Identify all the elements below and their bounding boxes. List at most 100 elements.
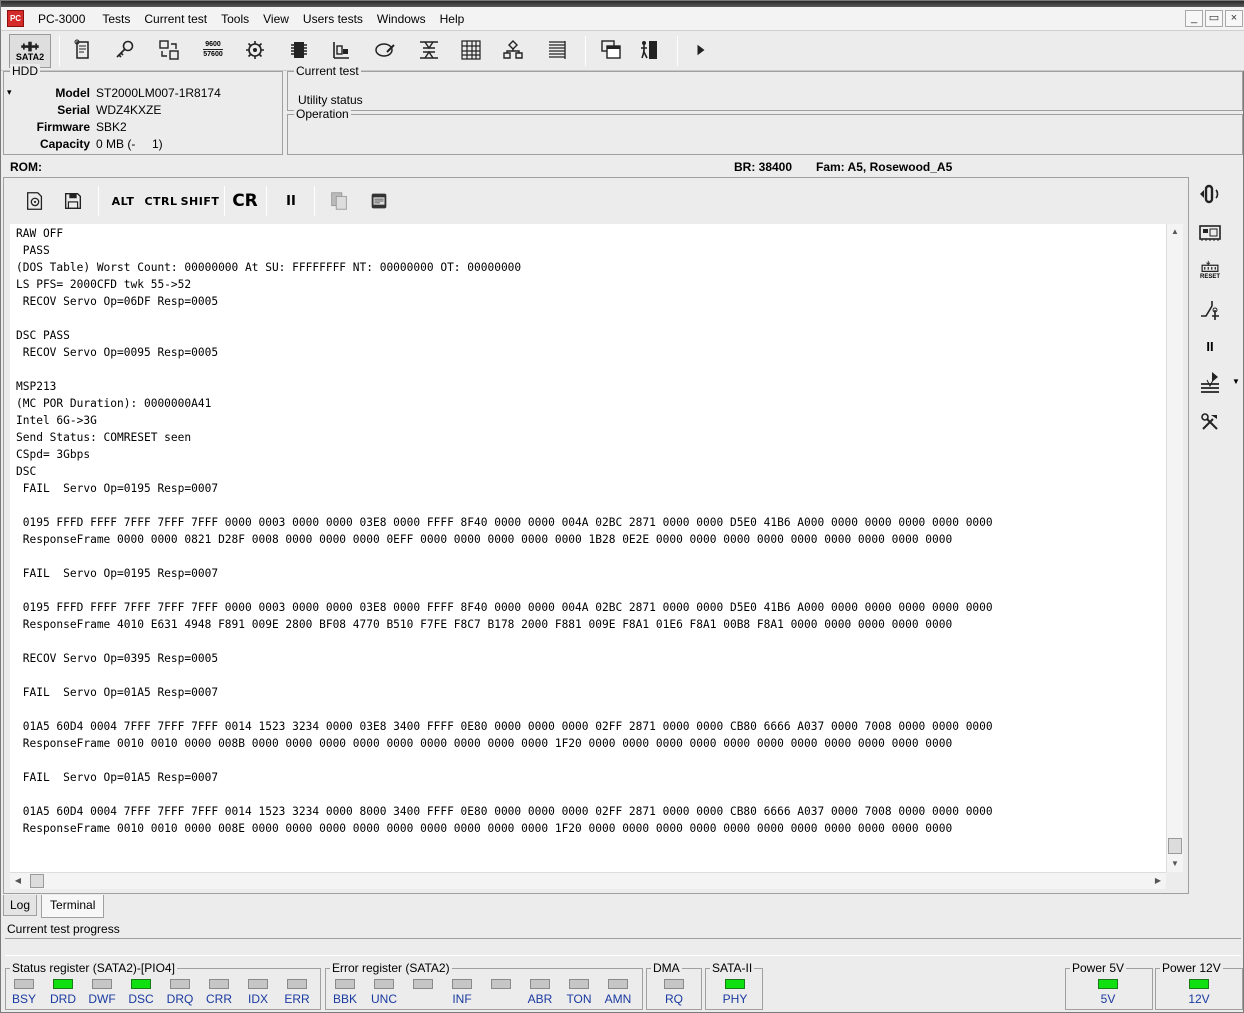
status-led-bsy — [14, 979, 34, 989]
dma-led-rq — [664, 979, 684, 989]
model-key: Model — [55, 86, 90, 100]
terminal-horizontal-scrollbar[interactable]: ◀ ▶ — [10, 872, 1166, 889]
power12-led-12v — [1189, 979, 1209, 989]
dropdown-arrow-icon[interactable]: ▼ — [1232, 377, 1240, 386]
vertical-scroll-thumb[interactable] — [1168, 838, 1182, 854]
save-icon — [64, 192, 82, 210]
close-button[interactable]: × — [1225, 10, 1243, 27]
gear-page-icon — [27, 192, 43, 210]
heads-button[interactable] — [413, 34, 445, 66]
toolbar-separator — [677, 36, 678, 66]
alt-key-button[interactable]: ALT — [108, 188, 138, 214]
menu-windows[interactable]: Windows — [370, 10, 433, 28]
chip-button[interactable] — [283, 34, 315, 66]
operation-title: Operation — [294, 107, 351, 121]
transfer-button[interactable] — [153, 34, 185, 66]
heads-icon — [420, 41, 438, 59]
menu-tools[interactable]: Tools — [214, 10, 256, 28]
device-transfer-icon — [159, 40, 179, 60]
error-led-bbk — [335, 979, 355, 989]
hdd-settings-button[interactable] — [239, 34, 271, 66]
app-logo-icon[interactable]: PC — [7, 10, 24, 27]
list-button[interactable] — [541, 34, 573, 66]
error-led-unc — [374, 979, 394, 989]
board-button[interactable] — [1195, 217, 1225, 247]
horizontal-scroll-thumb[interactable] — [30, 874, 44, 888]
status-led-idx — [248, 979, 268, 989]
terminal-save-button[interactable] — [58, 188, 88, 214]
status-led-drq — [170, 979, 190, 989]
restore-button[interactable]: ▭ — [1205, 10, 1223, 27]
reset-button[interactable]: RESET — [1195, 255, 1225, 285]
terminal-toolbar-separator — [98, 186, 99, 216]
progress-bar — [5, 938, 1241, 956]
error-register-group: Error register (SATA2) BBK UNC INF ABR TON AM… — [325, 961, 643, 1010]
power5-led-label: 5V — [1100, 992, 1116, 1006]
ctrl-key-button[interactable]: CTRL — [144, 188, 178, 214]
menu-tests[interactable]: Tests — [95, 10, 137, 28]
windows-button[interactable] — [595, 34, 627, 66]
menu-help[interactable]: Help — [433, 10, 472, 28]
circuit-board-icon — [1199, 225, 1221, 241]
switch-button[interactable] — [1195, 295, 1225, 325]
reset-chip-icon — [1201, 260, 1219, 272]
baud-rate-button[interactable]: 9600 57600 — [197, 34, 229, 66]
power-toggle-button[interactable] — [1195, 179, 1225, 209]
heads-play-button[interactable] — [1195, 367, 1225, 397]
terminal-window-button[interactable] — [364, 188, 394, 214]
carriage-return-button[interactable]: CR — [230, 188, 260, 214]
error-led-label: UNC — [371, 992, 397, 1006]
windows-icon — [601, 40, 621, 59]
power5-led-5v — [1098, 979, 1118, 989]
dma-led-label: RQ — [665, 992, 683, 1006]
tab-terminal[interactable]: Terminal — [41, 895, 105, 918]
menu-users-tests[interactable]: Users tests — [296, 10, 370, 28]
exit-button[interactable] — [633, 34, 665, 66]
scroll-left-arrow-icon[interactable]: ◀ — [10, 873, 26, 889]
sata-group: SATA-II PHY — [705, 961, 763, 1010]
tab-log[interactable]: Log — [3, 895, 38, 916]
scroll-up-arrow-icon[interactable]: ▲ — [1167, 224, 1183, 240]
structure-button[interactable] — [497, 34, 529, 66]
firmware-value: SBK2 — [96, 120, 127, 134]
scroll-log-button[interactable] — [67, 34, 99, 66]
terminal-vertical-scrollbar[interactable]: ▲ ▼ — [1166, 224, 1183, 872]
terminal-pause-button[interactable]: II — [276, 188, 306, 214]
tools-button[interactable] — [1195, 407, 1225, 437]
disk-edit-button[interactable] — [369, 34, 401, 66]
utility-key-button[interactable] — [109, 34, 141, 66]
disk-edit-icon — [375, 43, 395, 57]
shift-key-button[interactable]: SHIFT — [181, 188, 219, 214]
power12-led-label: 12V — [1188, 992, 1210, 1006]
current-test-panel: Current test Utility status — [287, 64, 1243, 111]
menu-view[interactable]: View — [256, 10, 296, 28]
terminal-output[interactable]: RAW OFF PASS (DOS Table) Worst Count: 00… — [10, 224, 1166, 872]
sata-title: SATA-II — [710, 961, 755, 975]
menu-current-test[interactable]: Current test — [137, 10, 214, 28]
minimize-button[interactable]: _ — [1185, 10, 1203, 27]
serial-value: WDZ4KXZE — [96, 103, 162, 117]
dma-title: DMA — [651, 961, 682, 975]
run-button[interactable] — [685, 34, 717, 66]
scroll-down-arrow-icon[interactable]: ▼ — [1167, 856, 1183, 872]
progress-label: Current test progress — [7, 922, 120, 936]
copy-button[interactable] — [324, 188, 354, 214]
sata-port-button[interactable]: SATA2 — [9, 34, 51, 68]
terminal-toolbar: ALT CTRL SHIFT CR II — [8, 180, 1184, 220]
status-led-dsc — [131, 979, 151, 989]
hammer-wrench-icon — [1201, 413, 1218, 430]
status-led-label: DRQ — [166, 992, 194, 1006]
status-led-err — [287, 979, 307, 989]
error-led-abr — [530, 979, 550, 989]
status-led-label: IDX — [247, 992, 268, 1006]
terminal-toolbar-separator — [266, 186, 267, 216]
right-pause-button[interactable]: II — [1195, 331, 1225, 361]
operation-panel: Operation — [287, 107, 1243, 155]
terminal-toolbar-separator — [224, 186, 225, 216]
module-button[interactable] — [325, 34, 357, 66]
gear-drive-icon — [246, 41, 264, 59]
terminal-settings-button[interactable] — [20, 188, 50, 214]
tree-icon — [503, 40, 523, 59]
scroll-right-arrow-icon[interactable]: ▶ — [1150, 873, 1166, 889]
table-button[interactable] — [455, 34, 487, 66]
